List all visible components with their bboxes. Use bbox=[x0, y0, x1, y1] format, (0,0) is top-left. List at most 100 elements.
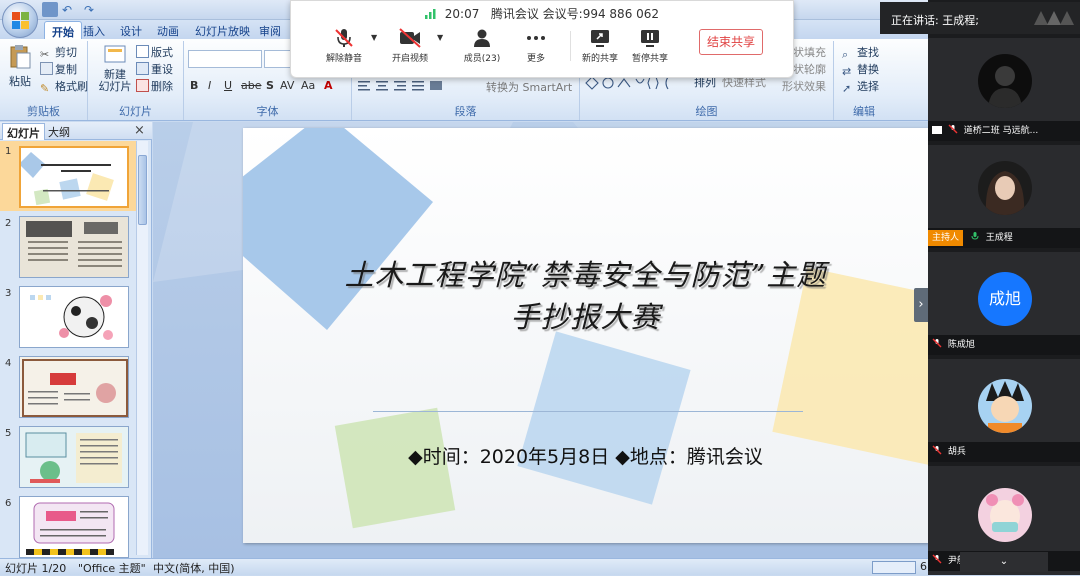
slide-thumb-1[interactable] bbox=[19, 146, 129, 208]
participant-label: 主持人 王成程 bbox=[928, 228, 1080, 248]
start-video-button[interactable]: 开启视频 bbox=[381, 27, 439, 64]
find-label: 查找 bbox=[857, 46, 879, 59]
font-color-button[interactable]: A bbox=[324, 79, 333, 92]
paragraph-group-label: 段落 bbox=[454, 105, 477, 118]
avatar bbox=[978, 379, 1032, 433]
tab-design[interactable]: 设计 bbox=[113, 21, 149, 39]
host-badge: 主持人 bbox=[928, 230, 964, 246]
avatar bbox=[978, 161, 1032, 215]
view-buttons[interactable] bbox=[872, 561, 916, 574]
slide-thumb-6[interactable] bbox=[19, 496, 129, 558]
delete-button[interactable]: 删除 bbox=[136, 78, 173, 94]
char-spacing-button[interactable]: AV bbox=[280, 79, 294, 92]
scissors-icon: ✂ bbox=[40, 48, 50, 61]
thumb-number: 1 bbox=[5, 146, 12, 157]
theme-name: "Office 主题" bbox=[78, 562, 146, 575]
participant-card[interactable]: 主持人 王成程 bbox=[928, 145, 1080, 248]
close-pane-icon[interactable]: × bbox=[134, 123, 145, 138]
layout-label: 版式 bbox=[151, 46, 173, 59]
tab-animation[interactable]: 动画 bbox=[150, 21, 186, 39]
pause-share-button[interactable]: 暂停共享 bbox=[621, 27, 679, 64]
members-button[interactable]: 成员(23) bbox=[453, 27, 511, 64]
shape-effects-button[interactable]: 形状效果 bbox=[782, 78, 826, 94]
collapse-chevron-icon[interactable]: ⌄ bbox=[960, 552, 1048, 572]
slide-thumb-2[interactable] bbox=[19, 216, 129, 278]
participant-name: 陈成旭 bbox=[947, 340, 975, 350]
avatar bbox=[978, 54, 1032, 108]
find-button[interactable]: ⌕ 查找 bbox=[842, 44, 879, 61]
end-share-button[interactable]: 结束共享 bbox=[699, 29, 763, 55]
tab-slides[interactable]: 幻灯片 bbox=[2, 123, 45, 140]
scroll-thumb[interactable] bbox=[138, 155, 147, 225]
members-label: 成员(23) bbox=[463, 54, 501, 64]
redo-icon[interactable]: ↷ bbox=[84, 3, 100, 18]
slides-group-label: 幻灯片 bbox=[119, 105, 152, 118]
avatar-initials: 成旭 bbox=[978, 272, 1032, 326]
select-button[interactable]: ➚ 选择 bbox=[842, 78, 879, 95]
avatar bbox=[978, 488, 1032, 542]
reset-button[interactable]: 重设 bbox=[136, 61, 173, 77]
signal-icon bbox=[424, 9, 436, 19]
meeting-app-name: 腾讯会议 bbox=[490, 7, 539, 21]
thumbnail-scrollbar[interactable] bbox=[136, 141, 148, 555]
format-painter-button[interactable]: ✎ 格式刷 bbox=[40, 78, 88, 95]
change-case-button[interactable]: Aa bbox=[301, 79, 315, 92]
office-button[interactable] bbox=[2, 2, 38, 38]
font-group-label: 字体 bbox=[256, 105, 279, 118]
video-options-chevron-icon[interactable]: ▼ bbox=[437, 33, 443, 42]
tab-slideshow[interactable]: 幻灯片放映 bbox=[188, 21, 257, 39]
cut-button[interactable]: ✂ 剪切 bbox=[40, 44, 77, 61]
more-button[interactable]: 更多 bbox=[507, 27, 565, 64]
participant-name: 胡兵 bbox=[947, 447, 966, 457]
save-icon[interactable] bbox=[42, 2, 58, 17]
tab-review[interactable]: 审阅 bbox=[252, 21, 288, 39]
participant-card[interactable]: 道桥二班 马远航... bbox=[928, 38, 1080, 141]
font-name-dropdown[interactable] bbox=[188, 50, 262, 68]
alignment-buttons[interactable] bbox=[358, 79, 478, 93]
paste-button[interactable]: 粘贴 bbox=[6, 44, 34, 96]
current-slide[interactable]: 土木工程学院“禁毒安全与防范”主题 手抄报大赛 ◆时间：2020年5月8日 ◆地… bbox=[243, 128, 928, 543]
editing-group-label: 编辑 bbox=[853, 105, 875, 118]
slide-thumb-3[interactable] bbox=[19, 286, 129, 348]
brush-icon: ✎ bbox=[40, 82, 50, 95]
slide-title-line-2: 手抄报大赛 bbox=[510, 300, 661, 334]
new-slide-button[interactable]: 新建 幻灯片 bbox=[96, 44, 134, 93]
participant-card[interactable]: 胡兵 bbox=[928, 359, 1080, 462]
replace-button[interactable]: ⇄ 替换 bbox=[842, 61, 879, 78]
strikethrough-button[interactable]: abe bbox=[241, 79, 262, 92]
bold-button[interactable]: B bbox=[190, 79, 198, 92]
underline-button[interactable]: U bbox=[224, 79, 232, 92]
paste-icon bbox=[10, 45, 31, 69]
panel-layout-icon[interactable] bbox=[1034, 11, 1074, 25]
convert-smartart-button[interactable]: 转换为 SmartArt bbox=[486, 79, 572, 95]
unmute-button[interactable]: 解除静音 bbox=[315, 27, 373, 64]
clipboard-group-label: 剪贴板 bbox=[27, 105, 60, 118]
slides-group: 新建 幻灯片 版式 重设 删除 幻灯片 bbox=[88, 41, 184, 120]
office-logo-icon bbox=[12, 12, 29, 29]
tab-outline[interactable]: 大纲 bbox=[44, 123, 74, 140]
select-label: 选择 bbox=[857, 80, 879, 93]
participants-panel: 道桥二班 马远航... 主持人 王成程 成旭 陈成旭 胡兵 尹航 ⌄ bbox=[928, 0, 1080, 575]
pause-share-label: 暂停共享 bbox=[631, 54, 668, 64]
slide-thumb-5[interactable] bbox=[19, 426, 129, 488]
speaking-text: 正在讲话: 王成程; bbox=[891, 14, 979, 27]
zoom-level: 6 bbox=[920, 560, 927, 573]
participant-card[interactable]: 成旭 陈成旭 bbox=[928, 252, 1080, 355]
copy-icon bbox=[40, 62, 53, 75]
unmute-label: 解除静音 bbox=[325, 54, 362, 64]
next-arrow-icon[interactable]: › bbox=[914, 288, 928, 322]
participant-card[interactable]: 尹航 ⌄ bbox=[928, 466, 1080, 575]
italic-button[interactable]: I bbox=[208, 79, 211, 92]
mute-options-chevron-icon[interactable]: ▼ bbox=[371, 33, 377, 42]
undo-icon[interactable]: ↶ bbox=[62, 3, 78, 18]
copy-button[interactable]: 复制 bbox=[40, 61, 77, 77]
slide-thumb-4[interactable] bbox=[19, 356, 129, 418]
participant-name: 道桥二班 马远航... bbox=[963, 126, 1039, 136]
share-screen-icon bbox=[591, 30, 609, 47]
meeting-id: 994 886 062 bbox=[582, 7, 660, 21]
replace-icon: ⇄ bbox=[842, 65, 852, 78]
layout-button[interactable]: 版式 bbox=[136, 44, 173, 60]
smartart-label: 转换为 SmartArt bbox=[486, 81, 573, 94]
tab-insert[interactable]: 插入 bbox=[76, 21, 112, 39]
shadow-button[interactable]: S bbox=[266, 79, 274, 92]
